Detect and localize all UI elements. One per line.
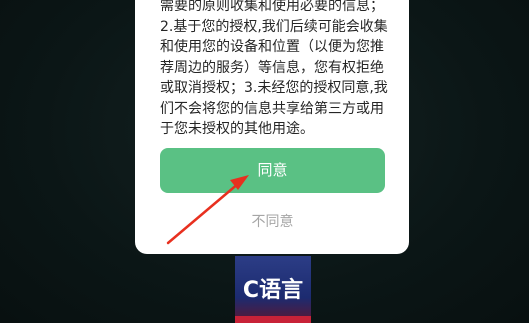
privacy-consent-dialog: 需要的原则收集和使用必要的信息； 2.基于您的授权,我们后续可能会收集和使用您的… xyxy=(135,0,409,254)
privacy-policy-text: 需要的原则收集和使用必要的信息； 2.基于您的授权,我们后续可能会收集和使用您的… xyxy=(160,0,388,137)
agree-button[interactable]: 同意 xyxy=(160,148,385,193)
disagree-button[interactable]: 不同意 xyxy=(160,212,385,232)
course-thumbnail-strip xyxy=(235,316,311,323)
course-thumbnail: C语言 xyxy=(235,256,311,323)
course-thumbnail-title: C语言 xyxy=(242,278,304,303)
